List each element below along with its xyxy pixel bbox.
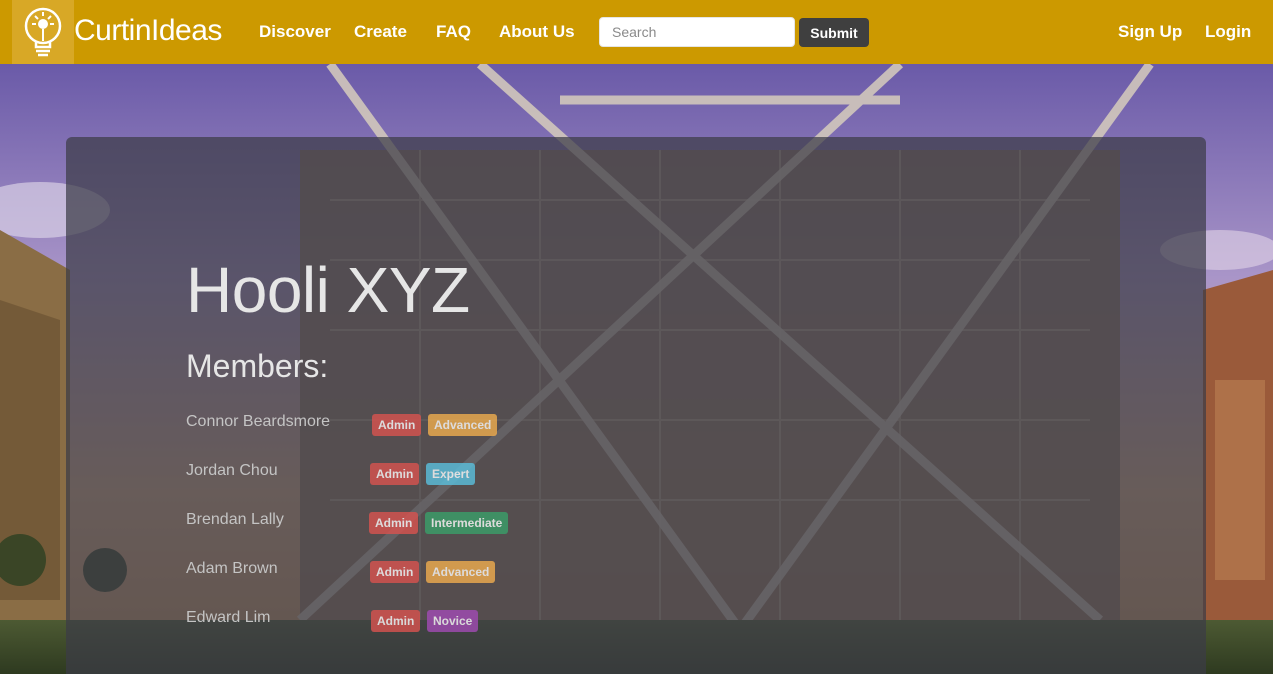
skill-level-badge: Novice <box>427 610 479 632</box>
role-badge: Admin <box>370 463 420 485</box>
nav-about-us[interactable]: About Us <box>499 22 575 42</box>
member-name[interactable]: Jordan Chou <box>186 462 278 480</box>
role-badge: Admin <box>371 610 421 632</box>
submit-button[interactable]: Submit <box>799 18 869 47</box>
brand-logo[interactable] <box>12 0 74 64</box>
skill-level-badge: Expert <box>426 463 476 485</box>
member-row: Connor Beardsmore Admin Advanced <box>186 411 586 436</box>
member-name[interactable]: Edward Lim <box>186 609 270 627</box>
project-title: Hooli XYZ <box>186 254 470 326</box>
member-row: Adam Brown Admin Advanced <box>186 558 586 583</box>
role-badge: Admin <box>369 512 419 534</box>
member-name[interactable]: Connor Beardsmore <box>186 413 330 431</box>
login-link[interactable]: Login <box>1205 22 1251 42</box>
member-row: Brendan Lally Admin Intermediate <box>186 509 586 534</box>
search-input[interactable] <box>599 17 795 47</box>
skill-level-badge: Advanced <box>428 414 498 436</box>
member-name[interactable]: Brendan Lally <box>186 511 284 529</box>
skill-level-badge: Advanced <box>426 561 496 583</box>
brand-name[interactable]: CurtinIdeas <box>74 14 222 48</box>
member-row: Jordan Chou Admin Expert <box>186 460 586 485</box>
role-badge: Admin <box>370 561 420 583</box>
content-panel <box>66 137 1206 674</box>
sign-up-link[interactable]: Sign Up <box>1118 22 1182 42</box>
navbar: CurtinIdeas Discover Create FAQ About Us… <box>0 0 1273 64</box>
nav-discover[interactable]: Discover <box>259 22 331 42</box>
member-name[interactable]: Adam Brown <box>186 560 278 578</box>
nav-faq[interactable]: FAQ <box>436 22 471 42</box>
members-heading: Members: <box>186 348 329 384</box>
lightbulb-icon <box>24 7 62 57</box>
page: CurtinIdeas Discover Create FAQ About Us… <box>0 0 1273 674</box>
member-row: Edward Lim Admin Novice <box>186 607 586 632</box>
role-badge: Admin <box>372 414 422 436</box>
skill-level-badge: Intermediate <box>425 512 509 534</box>
nav-create[interactable]: Create <box>354 22 407 42</box>
